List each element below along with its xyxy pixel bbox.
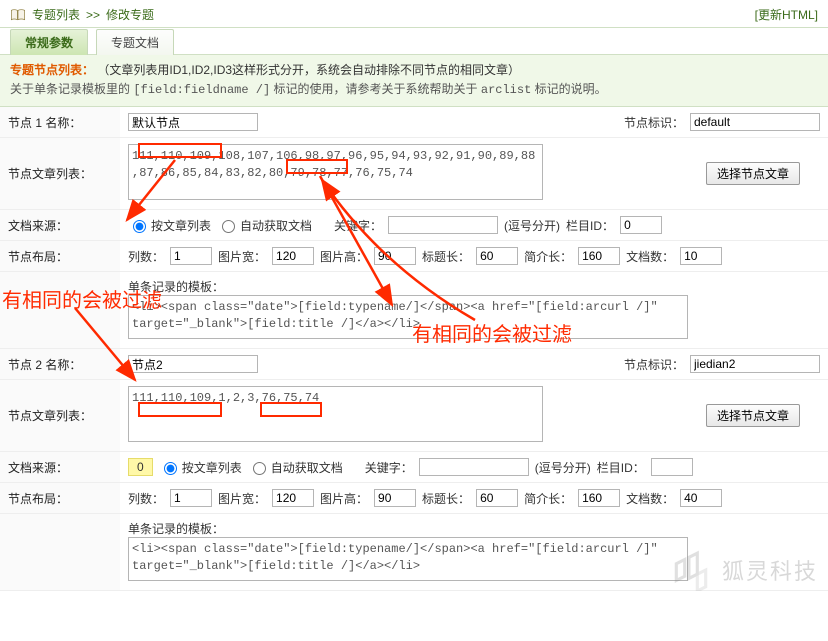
node2-cols-input[interactable] [170, 489, 212, 507]
node2-imgw-input[interactable] [272, 489, 314, 507]
book-icon [10, 8, 26, 22]
node-flag-label-2: 节点标识： [624, 356, 684, 373]
keyword-hint-2: (逗号分开) [535, 459, 591, 476]
node2-introlen-input[interactable] [578, 489, 620, 507]
watermark-icon [670, 549, 712, 591]
keyword-hint: (逗号分开) [504, 217, 560, 234]
node-index-2: 2 [35, 358, 42, 372]
update-html-link[interactable]: [更新HTML] [755, 6, 818, 23]
node-label: 节点 [8, 116, 32, 130]
breadcrumb-current: 修改专题 [106, 6, 154, 23]
node1-keyword-input[interactable] [388, 216, 498, 234]
template-label: 单条记录的模板： [128, 278, 820, 295]
node-label-2: 节点 [8, 358, 32, 372]
layout-label: 节点布局： [0, 241, 120, 272]
node2-flag-input[interactable] [690, 355, 820, 373]
template-label-2: 单条记录的模板： [128, 520, 820, 537]
section-code1: [field:fieldname /] [133, 83, 270, 97]
node-index: 1 [35, 116, 42, 130]
section-desc2c: 标记的说明。 [535, 82, 607, 96]
watermark-text: 狐灵科技 [722, 554, 818, 586]
node1-imgh-input[interactable] [374, 247, 416, 265]
node1-introlen-input[interactable] [578, 247, 620, 265]
node1-cols-input[interactable] [170, 247, 212, 265]
node-flag-label: 节点标识： [624, 114, 684, 131]
section-desc1: （文章列表用ID1,ID2,ID3这样形式分开，系统会自动排除不同节点的相同文章… [97, 63, 520, 77]
node1-doccount-input[interactable] [680, 247, 722, 265]
watermark: 狐灵科技 [670, 549, 818, 591]
keyword-label-2: 关键字： [365, 459, 413, 476]
node1-source-radio-auto[interactable] [222, 220, 235, 233]
layout-label-2: 节点布局： [0, 483, 120, 514]
section-code2: arclist [481, 83, 531, 97]
node1-name-input[interactable] [128, 113, 258, 131]
breadcrumb-sep: >> [86, 8, 100, 22]
node2-doccount-input[interactable] [680, 489, 722, 507]
source-label-2: 文档来源： [0, 452, 120, 483]
node2-keyword-input[interactable] [419, 458, 529, 476]
node-name-label-2: 名称： [45, 358, 81, 372]
node2-source-radio-auto[interactable] [253, 462, 266, 475]
node2-template-textarea[interactable] [128, 537, 688, 581]
node2-badge: 0 [128, 458, 153, 476]
section-desc2b: 标记的使用，请参考关于系统帮助关于 [274, 82, 481, 96]
node2-article-list-label: 节点文章列表： [0, 380, 120, 452]
node1-imgw-input[interactable] [272, 247, 314, 265]
node1-template-textarea[interactable] [128, 295, 688, 339]
node2-source-radio-list[interactable] [164, 462, 177, 475]
node1-titlelen-input[interactable] [476, 247, 518, 265]
node1-ids-textarea[interactable] [128, 144, 543, 200]
column-id-label: 栏目ID： [566, 217, 614, 234]
section-desc2a: 关于单条记录模板里的 [10, 82, 130, 96]
node1-article-list-label: 节点文章列表： [0, 138, 120, 210]
node1-flag-input[interactable] [690, 113, 820, 131]
node1-column-id-input[interactable] [620, 216, 662, 234]
section-header: 专题节点列表： （文章列表用ID1,ID2,ID3这样形式分开，系统会自动排除不… [0, 54, 828, 107]
node1-select-articles-button[interactable]: 选择节点文章 [706, 162, 800, 185]
node2-name-input[interactable] [128, 355, 258, 373]
section-title: 专题节点列表： [10, 63, 94, 77]
source-label: 文档来源： [0, 210, 120, 241]
breadcrumb-link-list[interactable]: 专题列表 [32, 6, 80, 23]
node2-titlelen-input[interactable] [476, 489, 518, 507]
tab-docs[interactable]: 专题文档 [96, 29, 174, 55]
node1-source-radio-list[interactable] [133, 220, 146, 233]
node2-ids-textarea[interactable] [128, 386, 543, 442]
node2-imgh-input[interactable] [374, 489, 416, 507]
node2-column-id-input[interactable] [651, 458, 693, 476]
tab-general[interactable]: 常规参数 [10, 29, 88, 55]
node-name-label: 名称： [45, 116, 81, 130]
node2-select-articles-button[interactable]: 选择节点文章 [706, 404, 800, 427]
breadcrumb: 专题列表 >> 修改专题 [10, 6, 154, 23]
column-id-label-2: 栏目ID： [597, 459, 645, 476]
keyword-label: 关键字： [334, 217, 382, 234]
